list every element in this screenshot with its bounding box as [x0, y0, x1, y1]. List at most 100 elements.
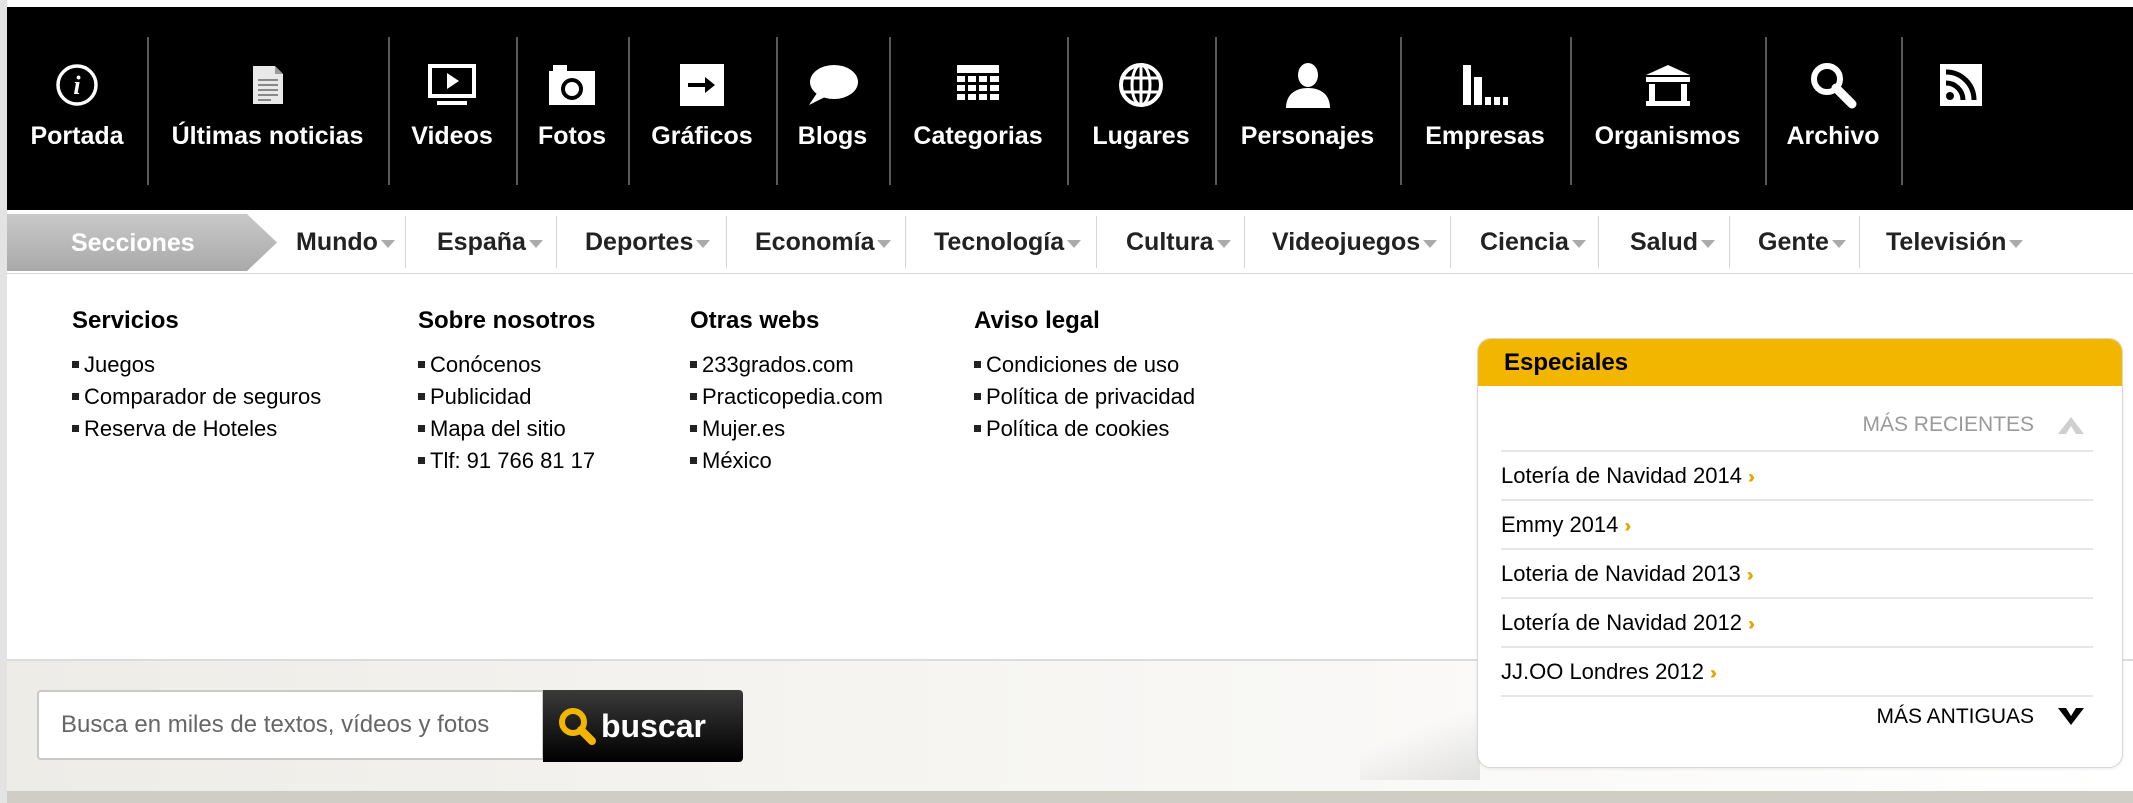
nav-blogs[interactable]: Blogs [776, 7, 889, 210]
top-nav: i Portada Últimas noticias Videos Fotos … [7, 7, 2021, 210]
document-icon [242, 59, 294, 111]
bullet-icon [974, 392, 981, 400]
nav-categorias[interactable]: Categorias [889, 7, 1067, 210]
footer-link[interactable]: México [702, 448, 772, 473]
dropdown-arrow-icon [1423, 239, 1438, 248]
more-recent-label: MÁS RECIENTES [1862, 413, 2034, 436]
sections-tab[interactable]: Secciones [7, 214, 277, 271]
video-icon [426, 59, 478, 111]
especiales-item-label: Lotería de Navidad 2014 [1501, 463, 1742, 488]
especiales-item[interactable]: Loteria de Navidad 2013 ›› [1501, 550, 2093, 599]
nav-divider [776, 37, 778, 185]
footer-link[interactable]: Mujer.es [702, 416, 785, 441]
section-gente[interactable]: Gente [1758, 212, 1846, 273]
chevron-down-icon [2056, 706, 2086, 728]
section-salud[interactable]: Salud [1630, 212, 1716, 273]
section-label: Tecnología [934, 228, 1065, 256]
section-economia[interactable]: Economía [755, 212, 892, 273]
svg-text:i: i [73, 71, 81, 100]
nav-archivo[interactable]: Archivo [1765, 7, 1901, 210]
section-divider [1859, 216, 1860, 268]
nav-portada[interactable]: i Portada [7, 7, 147, 210]
especiales-list: Lotería de Navidad 2014 ›› Emmy 2014 ›› Lo… [1501, 450, 2093, 697]
dropdown-arrow-icon [1067, 239, 1082, 248]
list-item[interactable]: Mapa del sitio [418, 413, 595, 445]
search-button[interactable]: buscar [543, 690, 743, 762]
footer-link[interactable]: Condiciones de uso [986, 352, 1179, 377]
nav-organismos[interactable]: Organismos [1570, 7, 1765, 210]
footer-link[interactable]: Publicidad [430, 384, 532, 409]
section-videojuegos[interactable]: Videojuegos [1272, 212, 1438, 273]
nav-label: Portada [30, 122, 124, 150]
section-espana[interactable]: España [437, 212, 543, 273]
especiales-item[interactable]: JJ.OO Londres 2012 ›› [1501, 648, 2093, 697]
footer-link[interactable]: Conócenos [430, 352, 541, 377]
list-item[interactable]: Política de privacidad [974, 381, 1195, 413]
especiales-item[interactable]: Lotería de Navidad 2014 ›› [1501, 452, 2093, 501]
section-ciencia[interactable]: Ciencia [1480, 212, 1586, 273]
section-cultura[interactable]: Cultura [1126, 212, 1231, 273]
section-label: Salud [1630, 228, 1699, 256]
list-item[interactable]: México [690, 445, 883, 477]
double-chevron-icon: ›› [1624, 516, 1631, 536]
older-button[interactable]: MÁS ANTIGUAS [1876, 705, 2086, 729]
list-item[interactable]: Conócenos [418, 349, 595, 381]
footer-link[interactable]: Practicopedia.com [702, 384, 883, 409]
dropdown-arrow-icon [380, 239, 395, 248]
footer-link[interactable]: Reserva de Hoteles [84, 416, 277, 441]
nav-rss[interactable] [1901, 7, 2021, 210]
list-item[interactable]: Reserva de Hoteles [72, 413, 321, 445]
list-item[interactable]: Mujer.es [690, 413, 883, 445]
bullet-icon [690, 360, 697, 368]
footer-link[interactable]: Comparador de seguros [84, 384, 321, 409]
footer-link[interactable]: 233grados.com [702, 352, 854, 377]
especiales-item[interactable]: Emmy 2014 ›› [1501, 501, 2093, 550]
dropdown-arrow-icon [1831, 239, 1846, 248]
bar-chart-icon [1459, 59, 1511, 111]
nav-label: Organismos [1594, 122, 1741, 150]
nav-personajes[interactable]: Personajes [1215, 7, 1400, 210]
nav-fotos[interactable]: Fotos [516, 7, 628, 210]
list-item[interactable]: Publicidad [418, 381, 595, 413]
nav-videos[interactable]: Videos [388, 7, 516, 210]
nav-label: Personajes [1240, 122, 1375, 150]
dropdown-arrow-icon [2009, 239, 2024, 248]
column-title-sobre-nosotros: Sobre nosotros [418, 307, 596, 334]
footer-link[interactable]: Política de cookies [986, 416, 1169, 441]
camera-icon [546, 59, 598, 111]
info-icon: i [51, 59, 103, 111]
especiales-item[interactable]: Lotería de Navidad 2012 ›› [1501, 599, 2093, 648]
footer-link[interactable]: Juegos [84, 352, 155, 377]
nav-label: Videos [411, 122, 493, 150]
section-mundo[interactable]: Mundo [296, 212, 395, 273]
column-links-sobre-nosotros: Conócenos Publicidad Mapa del sitio Tlf:… [418, 349, 595, 477]
nav-divider [388, 37, 390, 185]
list-item[interactable]: Comparador de seguros [72, 381, 321, 413]
dropdown-arrow-icon [1701, 239, 1716, 248]
especiales-panel: Especiales MÁS RECIENTES Lotería de Navi… [1477, 338, 2123, 768]
footer-link[interactable]: Mapa del sitio [430, 416, 566, 441]
list-item[interactable]: 233grados.com [690, 349, 883, 381]
nav-graficos[interactable]: Gráficos [628, 7, 776, 210]
nav-lugares[interactable]: Lugares [1067, 7, 1215, 210]
globe-icon [1115, 59, 1167, 111]
list-item[interactable]: Condiciones de uso [974, 349, 1195, 381]
search-input[interactable] [37, 690, 544, 760]
section-divider [1598, 216, 1599, 268]
double-chevron-icon: ›› [1747, 614, 1755, 634]
nav-empresas[interactable]: Empresas [1400, 7, 1570, 210]
column-title-otras-webs: Otras webs [690, 307, 820, 334]
arrow-right-icon [676, 59, 728, 111]
double-chevron-icon: ›› [1747, 467, 1755, 487]
nav-divider [628, 37, 630, 185]
more-recent-button[interactable]: MÁS RECIENTES [1862, 413, 2086, 437]
list-item[interactable]: Juegos [72, 349, 321, 381]
list-item[interactable]: Practicopedia.com [690, 381, 883, 413]
section-tecnologia[interactable]: Tecnología [934, 212, 1082, 273]
footer-link[interactable]: Política de privacidad [986, 384, 1195, 409]
nav-ultimas-noticias[interactable]: Últimas noticias [147, 7, 388, 210]
section-television[interactable]: Televisión [1886, 212, 2024, 273]
section-deportes[interactable]: Deportes [585, 212, 711, 273]
chevron-up-icon [2056, 414, 2086, 436]
list-item[interactable]: Política de cookies [974, 413, 1195, 445]
